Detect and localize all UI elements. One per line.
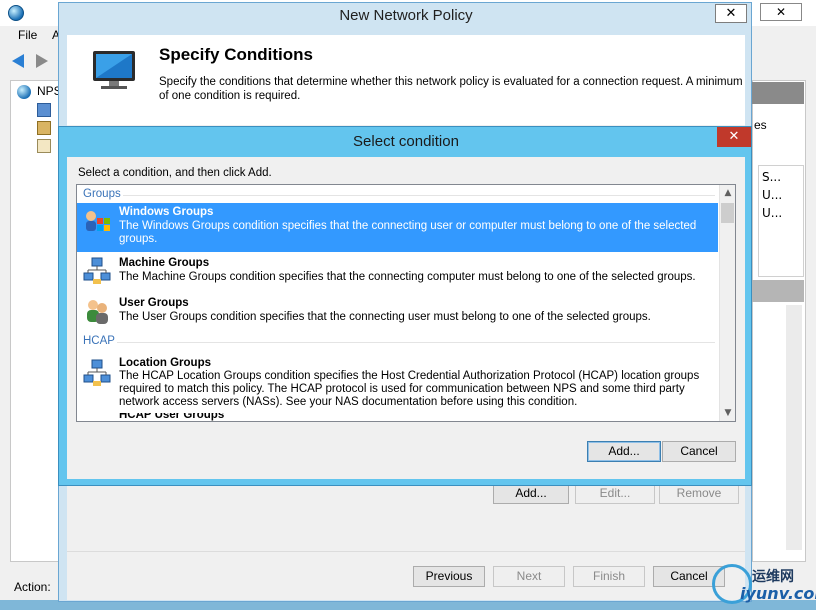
list-item-user-groups[interactable]: User Groups The User Groups condition sp… — [77, 295, 718, 331]
item-description: The Windows Groups condition specifies t… — [119, 220, 697, 245]
item-description: The User Groups condition specifies that… — [119, 311, 651, 323]
wizard-footer: Previous Next Finish Cancel — [67, 551, 745, 600]
group-divider — [117, 342, 715, 343]
wizard-header: Specify Conditions Specify the condition… — [67, 35, 745, 125]
close-button[interactable]: ✕ — [715, 4, 747, 23]
accounting-icon — [37, 139, 51, 153]
location-groups-icon — [83, 359, 111, 386]
monitor-icon — [93, 51, 135, 89]
forward-arrow-icon[interactable] — [36, 54, 48, 68]
watermark-logo: 运维网 iyunv.com — [712, 562, 816, 606]
menu-file[interactable]: File — [18, 28, 37, 42]
conditions-remove-button[interactable]: Remove — [659, 483, 739, 504]
item-title: Location Groups — [119, 357, 211, 369]
instruction-text: Select a condition, and then click Add. — [78, 167, 272, 179]
scroll-up-icon[interactable]: ▲ — [720, 185, 735, 201]
dialog-body: Select a condition, and then click Add. … — [67, 157, 745, 479]
details-list-item[interactable]: U... — [762, 188, 782, 202]
cancel-button[interactable]: Cancel — [662, 441, 736, 462]
status-action-label: Action: — [14, 580, 51, 594]
mmc-menubar: File A — [0, 26, 60, 44]
list-scrollbar[interactable]: ▲ ▼ — [719, 185, 735, 421]
item-title: HCAP User Groups — [119, 413, 225, 421]
details-list-item[interactable]: S... — [762, 170, 781, 184]
nps-app-icon — [8, 5, 24, 21]
list-item-windows-groups[interactable]: Windows Groups The Windows Groups condit… — [77, 203, 718, 252]
page-heading: Specify Conditions — [159, 45, 313, 64]
previous-button[interactable]: Previous — [413, 566, 485, 587]
item-title: User Groups — [119, 297, 189, 309]
item-title: Machine Groups — [119, 257, 210, 269]
back-arrow-icon[interactable] — [12, 54, 24, 68]
list-item-location-groups[interactable]: Location Groups The HCAP Location Groups… — [77, 355, 718, 409]
group-header-groups: Groups — [83, 188, 121, 200]
finish-button[interactable]: Finish — [573, 566, 645, 587]
conditions-edit-button[interactable]: Edit... — [575, 483, 655, 504]
list-item-machine-groups[interactable]: Machine Groups The Machine Groups condit… — [77, 255, 718, 291]
user-groups-icon — [87, 300, 108, 324]
add-button[interactable]: Add... — [587, 441, 661, 462]
status-bar: Action: — [10, 577, 60, 597]
windows-groups-icon — [86, 211, 110, 231]
page-description: Specify the conditions that determine wh… — [159, 76, 743, 102]
scroll-down-icon[interactable]: ▼ — [720, 405, 735, 421]
group-divider — [123, 195, 715, 196]
dialog-title: New Network Policy — [339, 7, 473, 24]
item-title: Windows Groups — [119, 206, 214, 218]
policies-folder-icon — [37, 121, 51, 135]
conditions-add-button[interactable]: Add... — [493, 483, 569, 504]
nps-globe-icon — [17, 85, 31, 99]
watermark-en-text: iyunv.com — [740, 584, 816, 603]
group-header-hcap: HCAP — [83, 335, 115, 347]
details-text-fragment: es — [754, 118, 767, 132]
close-button[interactable]: ✕ — [717, 127, 751, 147]
details-list-item[interactable]: U... — [762, 206, 782, 220]
details-section-bar — [752, 280, 804, 302]
details-list: S... U... U... — [758, 165, 804, 277]
item-description: The Machine Groups condition specifies t… — [119, 271, 696, 283]
select-condition-dialog: Select condition ✕ Select a condition, a… — [58, 126, 752, 486]
condition-list[interactable]: Groups Windows Groups The Windows Groups… — [76, 184, 736, 422]
console-tree: NPS — [10, 80, 62, 562]
next-button[interactable]: Next — [493, 566, 565, 587]
mmc-close-button[interactable]: ✕ — [760, 3, 802, 21]
details-header-bar — [752, 82, 804, 104]
scroll-thumb[interactable] — [721, 203, 734, 223]
item-description: The HCAP Location Groups condition speci… — [119, 370, 700, 408]
list-item-partial[interactable]: HCAP User Groups — [77, 413, 718, 421]
dialog-title: Select condition — [353, 133, 459, 150]
machine-groups-icon — [83, 257, 111, 284]
details-scrollbar[interactable] — [786, 305, 802, 550]
watermark-cn-text: 运维网 — [752, 569, 794, 585]
radius-clients-icon — [37, 103, 51, 117]
